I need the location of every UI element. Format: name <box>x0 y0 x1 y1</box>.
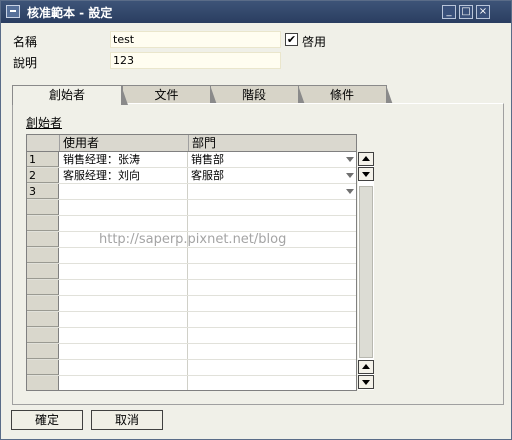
tab-documents[interactable]: 文件 <box>122 85 217 105</box>
user-cell[interactable] <box>60 216 188 231</box>
grid-header: 使用者 部門 <box>27 135 356 152</box>
table-row[interactable] <box>27 296 356 312</box>
description-field[interactable]: 123 <box>110 52 281 69</box>
row-number-header <box>27 135 60 151</box>
watermark-text: http://saperp.pixnet.net/blog <box>99 232 287 247</box>
department-cell[interactable] <box>189 184 356 199</box>
table-row[interactable]: 3 <box>27 184 356 200</box>
department-cell[interactable]: 销售部 <box>189 152 356 167</box>
row-header[interactable] <box>27 344 59 359</box>
window-title: 核准範本 - 設定 <box>27 6 113 20</box>
scroll-thumb[interactable] <box>359 186 373 358</box>
table-row[interactable] <box>27 248 356 264</box>
table-row[interactable]: 1 销售经理：张涛 销售部 <box>27 152 356 168</box>
settings-window: 核准範本 - 設定 _ □ × 名稱 test ✔ 啓用 說明 123 條件 階… <box>0 0 512 440</box>
department-cell[interactable] <box>189 200 356 215</box>
tab-conditions[interactable]: 條件 <box>297 85 393 105</box>
row-header[interactable]: 3 <box>27 184 59 199</box>
table-row[interactable] <box>27 280 356 296</box>
user-cell[interactable] <box>60 376 188 390</box>
row-header[interactable] <box>27 280 59 295</box>
department-cell[interactable] <box>189 248 356 263</box>
scroll-down-button[interactable] <box>358 375 374 389</box>
user-cell[interactable] <box>60 200 188 215</box>
user-cell[interactable] <box>60 264 188 279</box>
row-header[interactable] <box>27 232 59 247</box>
dropdown-arrow-icon[interactable] <box>346 189 354 194</box>
ok-button[interactable]: 確定 <box>11 410 83 430</box>
dropdown-arrow-icon[interactable] <box>346 157 354 162</box>
column-header-department[interactable]: 部門 <box>189 135 356 151</box>
row-header[interactable] <box>27 296 59 311</box>
tab-originator[interactable]: 創始者 <box>12 85 128 105</box>
originator-grid: 使用者 部門 1 销售经理：张涛 销售部 2 客服经理：刘向 客服部 3 <box>26 134 357 391</box>
window-icon <box>6 5 20 18</box>
user-cell[interactable] <box>60 184 188 199</box>
row-header[interactable] <box>27 200 59 215</box>
department-cell[interactable] <box>189 328 356 343</box>
table-row[interactable]: 2 客服经理：刘向 客服部 <box>27 168 356 184</box>
user-cell[interactable] <box>60 280 188 295</box>
row-header[interactable] <box>27 216 59 231</box>
scroll-down-button[interactable] <box>358 167 374 181</box>
row-header[interactable]: 1 <box>27 152 59 167</box>
column-header-user[interactable]: 使用者 <box>60 135 189 151</box>
user-cell[interactable] <box>60 312 188 327</box>
table-row[interactable] <box>27 344 356 360</box>
department-cell[interactable] <box>189 312 356 327</box>
table-row[interactable] <box>27 360 356 376</box>
table-row[interactable] <box>27 216 356 232</box>
name-field[interactable]: test <box>110 31 281 48</box>
row-header[interactable] <box>27 312 59 327</box>
row-header[interactable] <box>27 248 59 263</box>
dropdown-arrow-icon[interactable] <box>346 173 354 178</box>
row-header[interactable] <box>27 328 59 343</box>
maximize-button[interactable]: □ <box>459 5 473 19</box>
section-title: 創始者 <box>26 116 63 130</box>
close-button[interactable]: × <box>476 5 490 19</box>
row-header[interactable] <box>27 360 59 375</box>
user-cell[interactable] <box>60 360 188 375</box>
title-bar[interactable]: 核准範本 - 設定 _ □ × <box>1 1 511 23</box>
department-cell[interactable] <box>189 264 356 279</box>
enabled-label: 啓用 <box>302 35 327 49</box>
user-cell[interactable] <box>60 328 188 343</box>
minimize-button[interactable]: _ <box>442 5 456 19</box>
user-cell[interactable] <box>60 248 188 263</box>
enabled-checkbox[interactable]: ✔ <box>285 33 298 46</box>
user-cell[interactable]: 客服经理：刘向 <box>60 168 188 183</box>
department-cell[interactable] <box>189 376 356 390</box>
table-row[interactable] <box>27 312 356 328</box>
cancel-button[interactable]: 取消 <box>91 410 163 430</box>
table-row[interactable] <box>27 264 356 280</box>
row-header[interactable] <box>27 264 59 279</box>
user-cell[interactable] <box>60 296 188 311</box>
scroll-up-button[interactable] <box>358 360 374 374</box>
scroll-up-button[interactable] <box>358 152 374 166</box>
department-cell[interactable] <box>189 296 356 311</box>
table-row[interactable] <box>27 328 356 344</box>
user-cell[interactable]: 销售经理：张涛 <box>60 152 188 167</box>
tab-stages[interactable]: 階段 <box>209 85 305 105</box>
table-row[interactable] <box>27 376 356 390</box>
department-cell[interactable] <box>189 360 356 375</box>
user-cell[interactable] <box>60 344 188 359</box>
department-cell[interactable] <box>189 280 356 295</box>
department-cell[interactable] <box>189 344 356 359</box>
row-header[interactable]: 2 <box>27 168 59 183</box>
department-cell[interactable] <box>189 216 356 231</box>
row-header[interactable] <box>27 376 59 390</box>
table-row[interactable] <box>27 200 356 216</box>
grid-scrollbar[interactable] <box>358 152 374 390</box>
department-cell[interactable]: 客服部 <box>189 168 356 183</box>
name-label: 名稱 <box>13 35 38 49</box>
description-label: 說明 <box>13 56 38 70</box>
